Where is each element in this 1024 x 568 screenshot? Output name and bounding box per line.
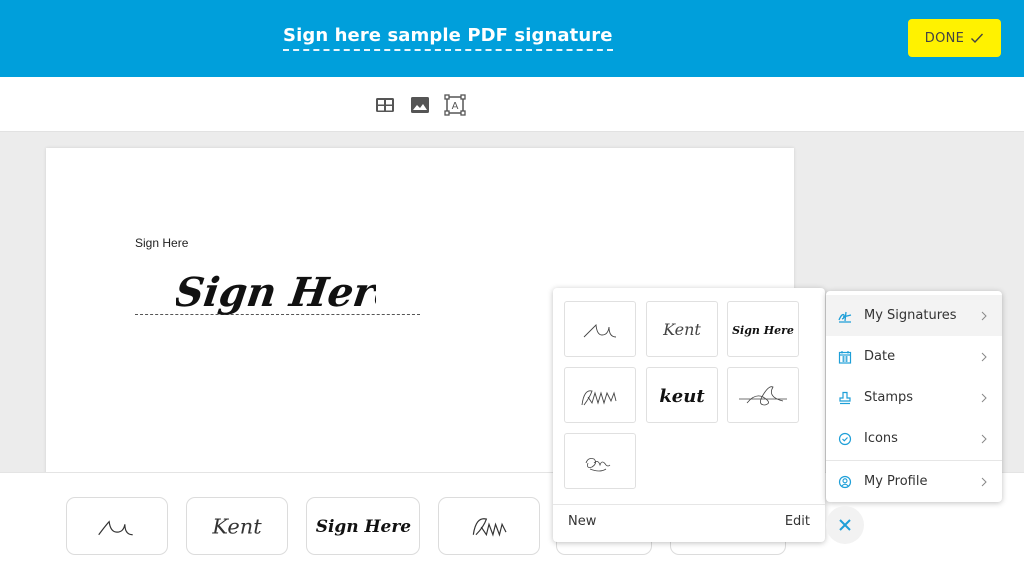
signature-sign-here: Sign Here: [315, 518, 411, 538]
chevron-right-icon: [981, 352, 987, 361]
text-box-icon: A: [444, 94, 466, 116]
calendar-icon: [838, 350, 852, 364]
signature-scribble-u: [583, 324, 617, 338]
insert-menu: My Signatures Date Stamps Icons My Profi…: [826, 291, 1002, 502]
menu-item-stamps[interactable]: Stamps: [826, 377, 1002, 418]
document-title[interactable]: Sign here sample PDF signature: [283, 25, 613, 51]
svg-text:keut: keut: [659, 386, 705, 407]
signature-tile-7[interactable]: [564, 433, 636, 489]
signature-kent-thin: Kent: [211, 515, 262, 539]
tray-signature-2[interactable]: Kent: [186, 497, 288, 555]
close-icon: [839, 519, 851, 531]
image-icon: [411, 97, 429, 113]
close-menu-button[interactable]: [826, 506, 864, 544]
menu-label: Stamps: [864, 390, 914, 405]
signature-tile-4[interactable]: [564, 367, 636, 423]
menu-label: Icons: [864, 431, 898, 446]
signature-icon: [838, 311, 852, 323]
menu-label: My Profile: [864, 474, 928, 489]
signature-scribble-mm: [581, 390, 617, 406]
done-button[interactable]: DONE: [908, 19, 1001, 57]
svg-text:Kent: Kent: [211, 515, 262, 539]
profile-icon: [838, 475, 852, 488]
menu-label: My Signatures: [864, 308, 957, 323]
signature-scribble-loop: [739, 386, 787, 406]
signature-scribble-mm: [472, 518, 507, 538]
signature-kent-thin: Kent: [662, 320, 701, 339]
my-signatures-popup: Kent Sign Here keut New Edit: [553, 288, 825, 542]
popup-divider: [553, 504, 825, 505]
check-circle-icon: [838, 432, 852, 445]
signature-tile-6[interactable]: [727, 367, 799, 423]
checkmark-icon: [971, 33, 984, 44]
signature-scribble-u: [98, 520, 133, 536]
svg-text:A: A: [452, 101, 459, 112]
insert-toolbar: A: [0, 77, 1024, 132]
stamp-icon: [839, 391, 851, 404]
tray-signature-4[interactable]: [438, 497, 540, 555]
placed-signature-text: Sign Here: [176, 269, 376, 316]
menu-item-my-profile[interactable]: My Profile: [826, 461, 1002, 502]
svg-text:Kent: Kent: [662, 320, 701, 339]
signature-kent-bold: keut: [659, 386, 705, 407]
signature-tile-5[interactable]: keut: [646, 367, 718, 423]
menu-item-icons[interactable]: Icons: [826, 418, 1002, 459]
tray-signature-1[interactable]: [66, 497, 168, 555]
menu-item-my-signatures[interactable]: My Signatures: [826, 295, 1002, 336]
signature-tile-3[interactable]: Sign Here: [727, 301, 799, 357]
table-icon: [376, 98, 394, 112]
insert-textbox-button[interactable]: A: [444, 94, 466, 116]
signature-scribble-small: [585, 458, 611, 472]
chevron-right-icon: [981, 434, 987, 443]
done-label: DONE: [924, 30, 965, 46]
svg-text:Sign Here: Sign Here: [315, 518, 411, 538]
menu-item-date[interactable]: Date: [826, 336, 1002, 377]
chevron-right-icon: [981, 311, 987, 320]
signature-tile-1[interactable]: [564, 301, 636, 357]
signature-sign-here: Sign Here: [732, 324, 794, 337]
chevron-right-icon: [981, 393, 987, 402]
placed-signature[interactable]: Sign Here: [176, 258, 376, 338]
edit-signatures-button[interactable]: Edit: [785, 514, 810, 529]
svg-text:Sign Here: Sign Here: [732, 324, 794, 337]
new-signature-button[interactable]: New: [568, 514, 596, 529]
menu-label: Date: [864, 349, 896, 364]
tray-signature-3[interactable]: Sign Here: [306, 497, 420, 555]
signature-tile-2[interactable]: Kent: [646, 301, 718, 357]
chevron-right-icon: [981, 477, 987, 486]
insert-table-button[interactable]: [374, 94, 396, 116]
insert-image-button[interactable]: [409, 94, 431, 116]
sign-here-label: Sign Here: [135, 236, 189, 250]
top-header: Sign here sample PDF signature DONE: [0, 0, 1024, 77]
